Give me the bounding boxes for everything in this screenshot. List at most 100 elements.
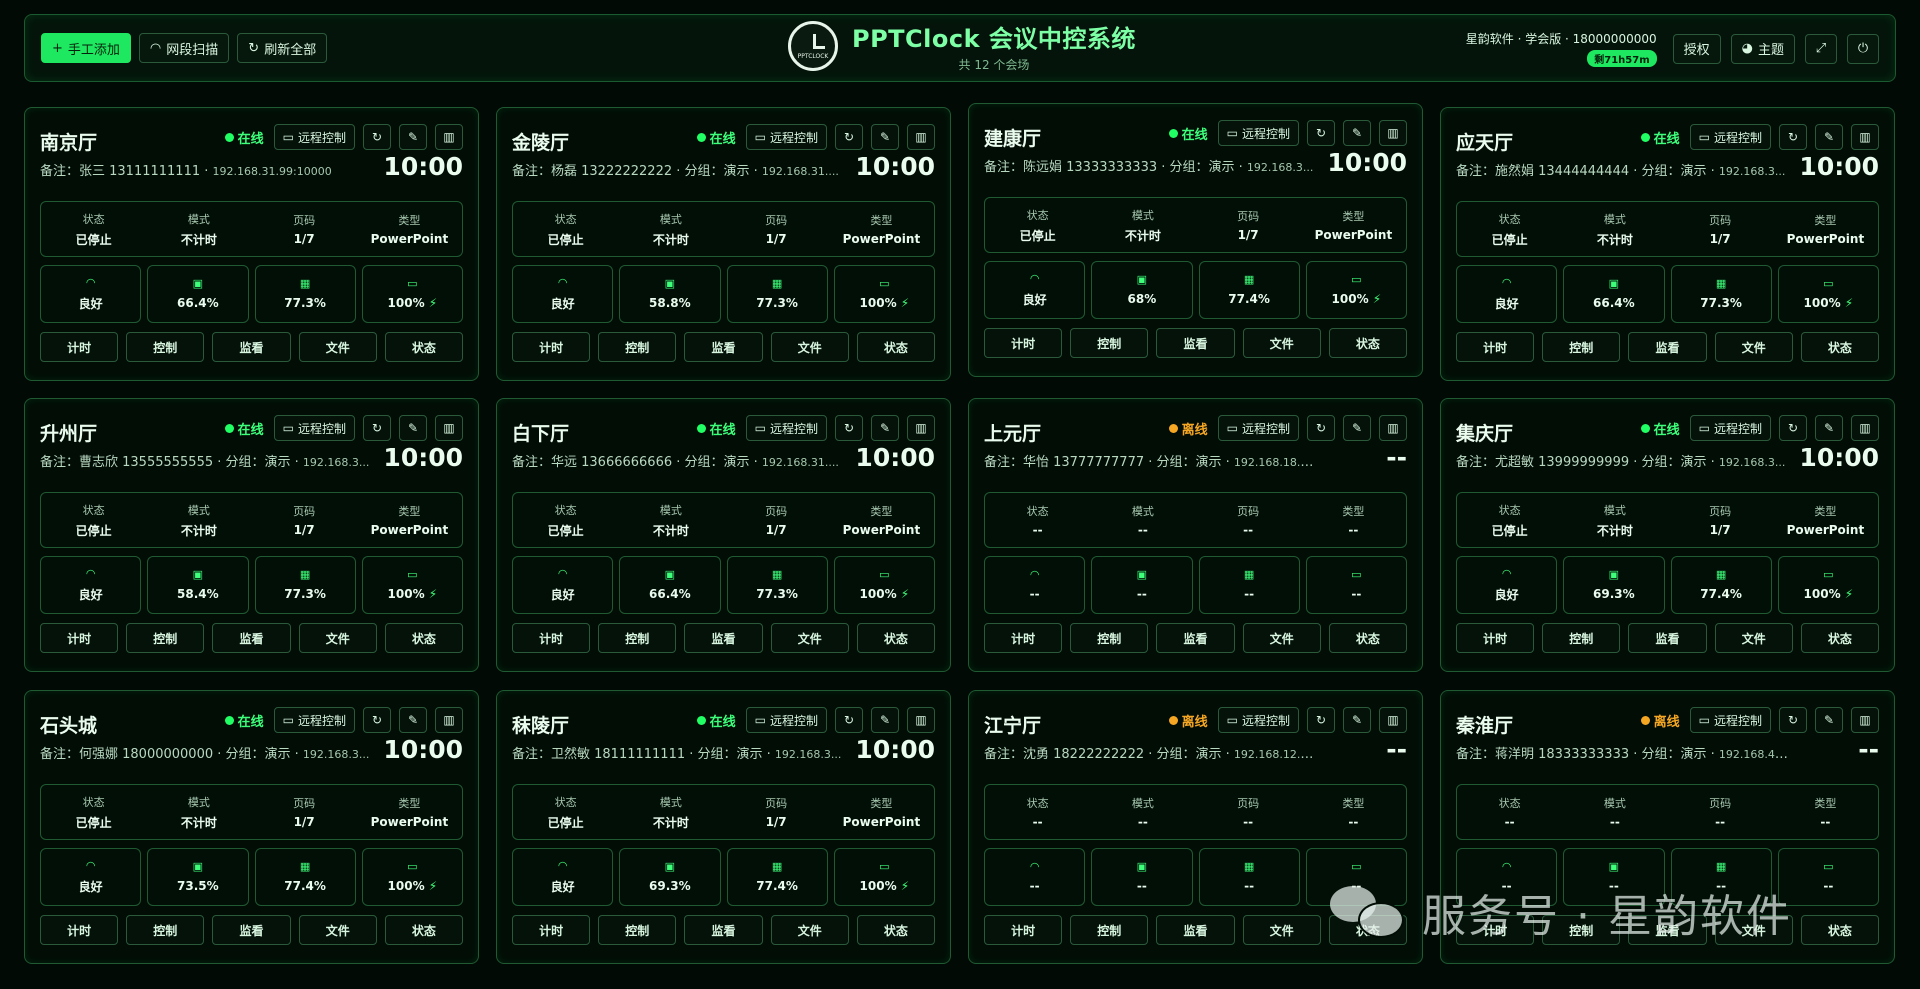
state-button[interactable]: 状态 xyxy=(1328,623,1408,653)
remote-control-button[interactable]: ▭ 远程控制 xyxy=(273,415,355,441)
manual-add-button[interactable]: + 手工添加 xyxy=(41,33,131,63)
remote-control-button[interactable]: ▭ 远程控制 xyxy=(745,415,827,441)
refresh-button[interactable]: ↻ xyxy=(1307,707,1335,733)
edit-button[interactable]: ✎ xyxy=(399,415,427,441)
file-button[interactable]: 文件 xyxy=(770,915,849,945)
control-button[interactable]: 控制 xyxy=(598,623,677,653)
monitor-button[interactable]: 监看 xyxy=(1156,328,1235,358)
refresh-button[interactable]: ↻ xyxy=(835,124,863,150)
monitor-button[interactable]: 监看 xyxy=(684,623,763,653)
remote-control-button[interactable]: ▭ 远程控制 xyxy=(745,124,827,150)
file-button[interactable]: 文件 xyxy=(770,332,849,362)
control-button[interactable]: 控制 xyxy=(126,915,205,945)
state-button[interactable]: 状态 xyxy=(1328,328,1408,358)
edit-button[interactable]: ✎ xyxy=(871,124,899,150)
control-button[interactable]: 控制 xyxy=(598,332,677,362)
delete-button[interactable]: ▥ xyxy=(1851,707,1879,733)
delete-button[interactable]: ▥ xyxy=(907,124,935,150)
power-button[interactable]: ⏻ xyxy=(1847,33,1879,64)
state-button[interactable]: 状态 xyxy=(384,332,464,362)
monitor-button[interactable]: 监看 xyxy=(1156,915,1235,945)
monitor-button[interactable]: 监看 xyxy=(684,915,763,945)
refresh-button[interactable]: ↻ xyxy=(1779,124,1807,150)
state-button[interactable]: 状态 xyxy=(1800,915,1880,945)
timer-button[interactable]: 计时 xyxy=(984,328,1063,358)
refresh-button[interactable]: ↻ xyxy=(363,415,391,441)
file-button[interactable]: 文件 xyxy=(298,332,377,362)
timer-button[interactable]: 计时 xyxy=(512,332,591,362)
refresh-button[interactable]: ↻ xyxy=(1307,120,1335,146)
edit-button[interactable]: ✎ xyxy=(871,707,899,733)
monitor-button[interactable]: 监看 xyxy=(684,332,763,362)
remote-control-button[interactable]: ▭ 远程控制 xyxy=(273,707,355,733)
state-button[interactable]: 状态 xyxy=(856,623,936,653)
refresh-button[interactable]: ↻ xyxy=(363,124,391,150)
control-button[interactable]: 控制 xyxy=(1070,328,1149,358)
monitor-button[interactable]: 监看 xyxy=(1156,623,1235,653)
delete-button[interactable]: ▥ xyxy=(907,707,935,733)
file-button[interactable]: 文件 xyxy=(1242,623,1321,653)
refresh-button[interactable]: ↻ xyxy=(363,707,391,733)
state-button[interactable]: 状态 xyxy=(856,915,936,945)
delete-button[interactable]: ▥ xyxy=(1379,707,1407,733)
control-button[interactable]: 控制 xyxy=(1070,915,1149,945)
remote-control-button[interactable]: ▭ 远程控制 xyxy=(1217,707,1299,733)
control-button[interactable]: 控制 xyxy=(1542,332,1621,362)
delete-button[interactable]: ▥ xyxy=(435,707,463,733)
monitor-button[interactable]: 监看 xyxy=(1628,623,1707,653)
timer-button[interactable]: 计时 xyxy=(984,915,1063,945)
fullscreen-button[interactable]: ⤢ xyxy=(1805,33,1837,64)
refresh-button[interactable]: ↻ xyxy=(835,707,863,733)
delete-button[interactable]: ▥ xyxy=(435,124,463,150)
file-button[interactable]: 文件 xyxy=(298,915,377,945)
edit-button[interactable]: ✎ xyxy=(871,415,899,441)
refresh-all-button[interactable]: ↻ 刷新全部 xyxy=(237,33,328,63)
remote-control-button[interactable]: ▭ 远程控制 xyxy=(273,124,355,150)
timer-button[interactable]: 计时 xyxy=(40,915,119,945)
timer-button[interactable]: 计时 xyxy=(1456,332,1535,362)
timer-button[interactable]: 计时 xyxy=(512,623,591,653)
file-button[interactable]: 文件 xyxy=(1242,915,1321,945)
refresh-button[interactable]: ↻ xyxy=(1307,415,1335,441)
edit-button[interactable]: ✎ xyxy=(399,707,427,733)
remote-control-button[interactable]: ▭ 远程控制 xyxy=(1689,415,1771,441)
file-button[interactable]: 文件 xyxy=(770,623,849,653)
remote-control-button[interactable]: ▭ 远程控制 xyxy=(1217,120,1299,146)
timer-button[interactable]: 计时 xyxy=(40,332,119,362)
control-button[interactable]: 控制 xyxy=(126,332,205,362)
edit-button[interactable]: ✎ xyxy=(399,124,427,150)
file-button[interactable]: 文件 xyxy=(1714,623,1793,653)
monitor-button[interactable]: 监看 xyxy=(212,332,291,362)
edit-button[interactable]: ✎ xyxy=(1343,415,1371,441)
scan-segment-button[interactable]: ◠ 网段扫描 xyxy=(138,33,230,63)
state-button[interactable]: 状态 xyxy=(1800,623,1880,653)
edit-button[interactable]: ✎ xyxy=(1815,415,1843,441)
authorize-button[interactable]: 授权 xyxy=(1672,33,1721,64)
delete-button[interactable]: ▥ xyxy=(1379,415,1407,441)
file-button[interactable]: 文件 xyxy=(1242,328,1321,358)
edit-button[interactable]: ✎ xyxy=(1815,707,1843,733)
state-button[interactable]: 状态 xyxy=(856,332,936,362)
delete-button[interactable]: ▥ xyxy=(1851,415,1879,441)
monitor-button[interactable]: 监看 xyxy=(212,623,291,653)
remote-control-button[interactable]: ▭ 远程控制 xyxy=(745,707,827,733)
timer-button[interactable]: 计时 xyxy=(40,623,119,653)
delete-button[interactable]: ▥ xyxy=(1851,124,1879,150)
remote-control-button[interactable]: ▭ 远程控制 xyxy=(1689,124,1771,150)
delete-button[interactable]: ▥ xyxy=(435,415,463,441)
refresh-button[interactable]: ↻ xyxy=(1779,707,1807,733)
remote-control-button[interactable]: ▭ 远程控制 xyxy=(1689,707,1771,733)
refresh-button[interactable]: ↻ xyxy=(1779,415,1807,441)
theme-button[interactable]: ◕ 主题 xyxy=(1730,33,1795,64)
control-button[interactable]: 控制 xyxy=(598,915,677,945)
delete-button[interactable]: ▥ xyxy=(1379,120,1407,146)
file-button[interactable]: 文件 xyxy=(1714,332,1793,362)
control-button[interactable]: 控制 xyxy=(1542,623,1621,653)
control-button[interactable]: 控制 xyxy=(1070,623,1149,653)
remote-control-button[interactable]: ▭ 远程控制 xyxy=(1217,415,1299,441)
timer-button[interactable]: 计时 xyxy=(512,915,591,945)
control-button[interactable]: 控制 xyxy=(126,623,205,653)
state-button[interactable]: 状态 xyxy=(384,915,464,945)
state-button[interactable]: 状态 xyxy=(384,623,464,653)
edit-button[interactable]: ✎ xyxy=(1343,120,1371,146)
